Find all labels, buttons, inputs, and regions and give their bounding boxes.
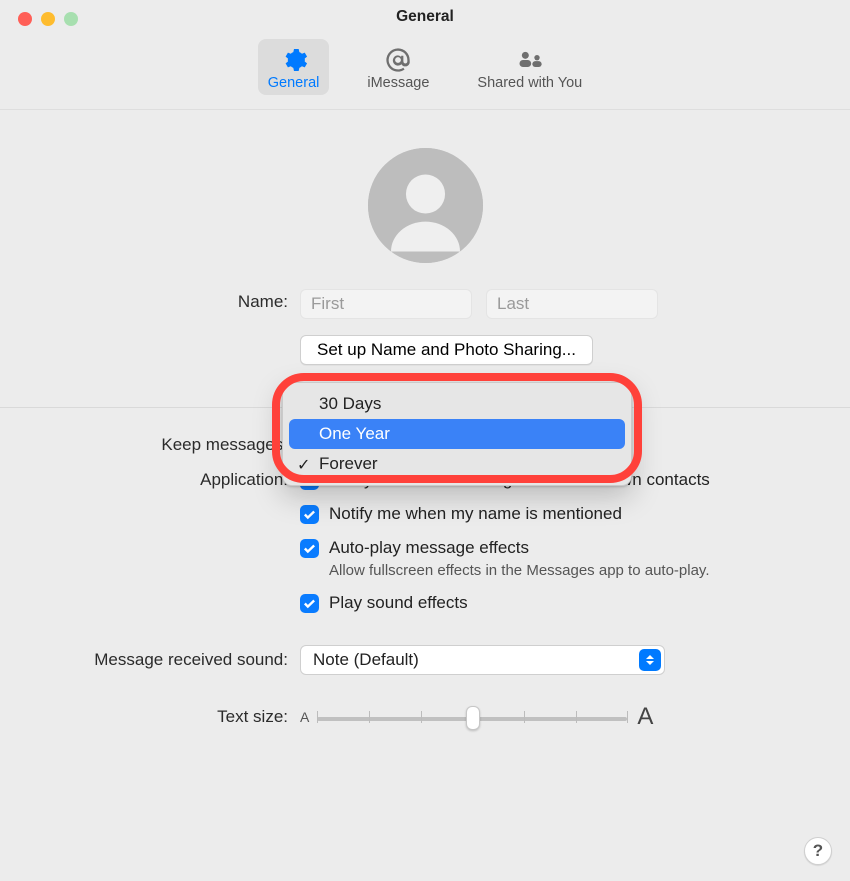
text-size-label: Text size:: [26, 707, 300, 727]
received-sound-value: Note (Default): [313, 650, 419, 670]
first-name-input[interactable]: First: [300, 289, 472, 319]
notify-mentioned-label: Notify me when my name is mentioned: [329, 504, 622, 524]
profile-avatar[interactable]: [368, 148, 483, 263]
tab-label: Shared with You: [477, 75, 582, 91]
tab-label: iMessage: [367, 75, 429, 91]
name-label: Name:: [26, 289, 300, 312]
text-size-slider[interactable]: [317, 704, 627, 730]
help-button[interactable]: ?: [804, 837, 832, 865]
tab-label: General: [268, 75, 320, 91]
window-title: General: [0, 8, 850, 26]
play-sound-checkbox[interactable]: [300, 594, 319, 613]
gear-icon: [274, 45, 314, 75]
keep-option-30days[interactable]: 30 Days: [289, 389, 625, 419]
tab-shared[interactable]: Shared with You: [467, 39, 592, 95]
slider-knob[interactable]: [466, 706, 480, 730]
autoplay-effects-sub: Allow fullscreen effects in the Messages…: [329, 562, 710, 579]
text-size-min-icon: A: [300, 709, 309, 725]
play-sound-label: Play sound effects: [329, 593, 468, 613]
received-sound-label: Message received sound:: [26, 645, 300, 670]
keep-messages-menu: 30 Days One Year ✓ Forever: [282, 382, 632, 486]
setup-name-photo-button[interactable]: Set up Name and Photo Sharing...: [300, 335, 593, 365]
checkmark-icon: ✓: [297, 455, 310, 475]
at-sign-icon: [378, 45, 418, 75]
received-sound-select[interactable]: Note (Default): [300, 645, 665, 675]
shared-with-you-icon: [510, 45, 550, 75]
application-label: Application:: [26, 470, 300, 490]
chevron-updown-icon: [639, 649, 661, 671]
tab-general[interactable]: General: [258, 39, 330, 95]
keep-option-forever[interactable]: ✓ Forever: [289, 449, 625, 479]
notify-mentioned-checkbox[interactable]: [300, 505, 319, 524]
autoplay-effects-checkbox[interactable]: [300, 539, 319, 558]
tab-imessage[interactable]: iMessage: [357, 39, 439, 95]
last-name-input[interactable]: Last: [486, 289, 658, 319]
titlebar: General: [0, 0, 850, 35]
text-size-max-icon: A: [637, 703, 653, 731]
keep-messages-label: Keep messages:: [26, 430, 300, 455]
preferences-toolbar: General iMessage Shared with You: [0, 39, 850, 110]
keep-option-oneyear[interactable]: One Year: [289, 419, 625, 449]
autoplay-effects-label: Auto-play message effects: [329, 538, 710, 558]
